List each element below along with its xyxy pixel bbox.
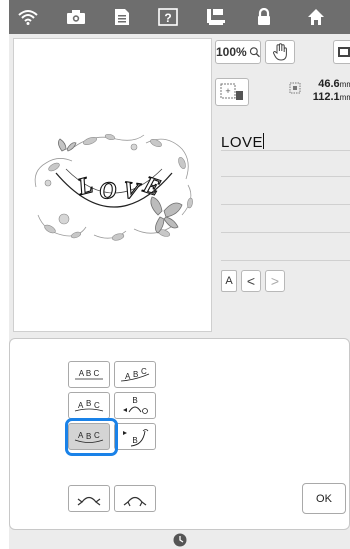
width-readout: 46.6mm — [318, 78, 350, 90]
home-icon[interactable] — [301, 4, 331, 30]
svg-text:O: O — [98, 178, 118, 205]
text-entry-line[interactable]: LOVE — [221, 133, 265, 151]
arc-decrease-button[interactable] — [68, 485, 110, 512]
svg-text:A: A — [78, 401, 84, 410]
arc-increase-icon — [123, 496, 147, 506]
svg-text:B: B — [132, 396, 137, 405]
svg-text:B: B — [86, 399, 91, 408]
height-unit: mm — [339, 93, 350, 102]
screen-icon — [337, 47, 350, 57]
arc-diagonal-button[interactable]: B — [114, 423, 156, 450]
arc-increase-button[interactable] — [114, 485, 156, 512]
char-type-button[interactable]: A — [221, 270, 237, 292]
screen-layout-button[interactable] — [333, 40, 350, 64]
selection-highlight — [65, 418, 118, 456]
hand-icon — [273, 43, 287, 61]
svg-text:A B C: A B C — [79, 369, 100, 378]
arc-curve-icon: ABC — [74, 399, 104, 411]
svg-text:L: L — [74, 172, 95, 201]
text-cursor — [263, 133, 265, 149]
width-unit: mm — [339, 80, 350, 89]
document-icon[interactable] — [107, 4, 137, 30]
arc-stairs-up-icon: ABC — [120, 367, 150, 381]
svg-text:C: C — [94, 401, 100, 410]
size-button[interactable]: + — [215, 78, 249, 106]
svg-text:B: B — [132, 436, 137, 445]
width-value: 46.6 — [318, 78, 340, 90]
pattern-preview[interactable]: L O V E — [13, 38, 212, 332]
lock-icon[interactable] — [249, 4, 279, 30]
dimensions-display: 46.6mm 112.1mm — [289, 78, 350, 108]
dimension-grid-icon — [289, 82, 301, 94]
text-line-5[interactable] — [221, 260, 350, 261]
top-toolbar: ? — [9, 0, 350, 34]
arc-vertical-rotate-icon: B — [123, 396, 148, 414]
arc-settings-panel: A B C ABC ABC B ABC B OK — [9, 338, 350, 530]
svg-text:B: B — [133, 370, 138, 379]
footer-bar — [9, 531, 350, 549]
height-value: 112.1 — [312, 91, 340, 103]
camera-icon[interactable] — [61, 4, 91, 30]
svg-text:+: + — [225, 86, 230, 96]
ok-button[interactable]: OK — [302, 483, 346, 514]
zoom-label: 100% — [216, 45, 247, 59]
text-line-1 — [221, 150, 350, 151]
text-line-2[interactable] — [221, 176, 350, 177]
app-frame: ? L O V E 100% + 46.6mm 112.1mm LOVE A <… — [9, 0, 350, 549]
svg-text:C: C — [141, 367, 147, 376]
svg-text:?: ? — [164, 11, 171, 25]
arc-diagonal-icon: B — [123, 428, 149, 446]
text-value: LOVE — [221, 134, 264, 151]
magnifier-icon — [249, 47, 260, 58]
prev-line-button[interactable]: < — [241, 270, 261, 292]
text-line-4[interactable] — [221, 232, 350, 233]
arc-decrease-icon — [77, 496, 101, 505]
clock-icon[interactable] — [173, 533, 187, 547]
right-panel: 100% + 46.6mm 112.1mm LOVE A < > — [215, 38, 350, 332]
size-icon: + — [220, 83, 243, 100]
arc-curve-button[interactable]: ABC — [68, 392, 110, 419]
arc-straight-button[interactable]: A B C — [68, 361, 110, 388]
next-line-button[interactable]: > — [265, 270, 285, 292]
text-line-3[interactable] — [221, 204, 350, 205]
svg-text:E: E — [139, 172, 163, 202]
embroidery-design: L O V E — [34, 133, 193, 241]
arc-straight-icon: A B C — [75, 369, 103, 379]
sewing-machine-icon[interactable] — [201, 4, 231, 30]
arc-stairs-up-button[interactable]: ABC — [114, 361, 156, 388]
zoom-button[interactable]: 100% — [215, 40, 261, 64]
help-icon[interactable]: ? — [153, 4, 183, 30]
height-readout: 112.1mm — [313, 91, 350, 103]
hand-scroll-button[interactable] — [265, 40, 295, 64]
arc-vertical-rotate-button[interactable]: B — [114, 392, 156, 419]
wifi-icon[interactable] — [13, 4, 43, 30]
